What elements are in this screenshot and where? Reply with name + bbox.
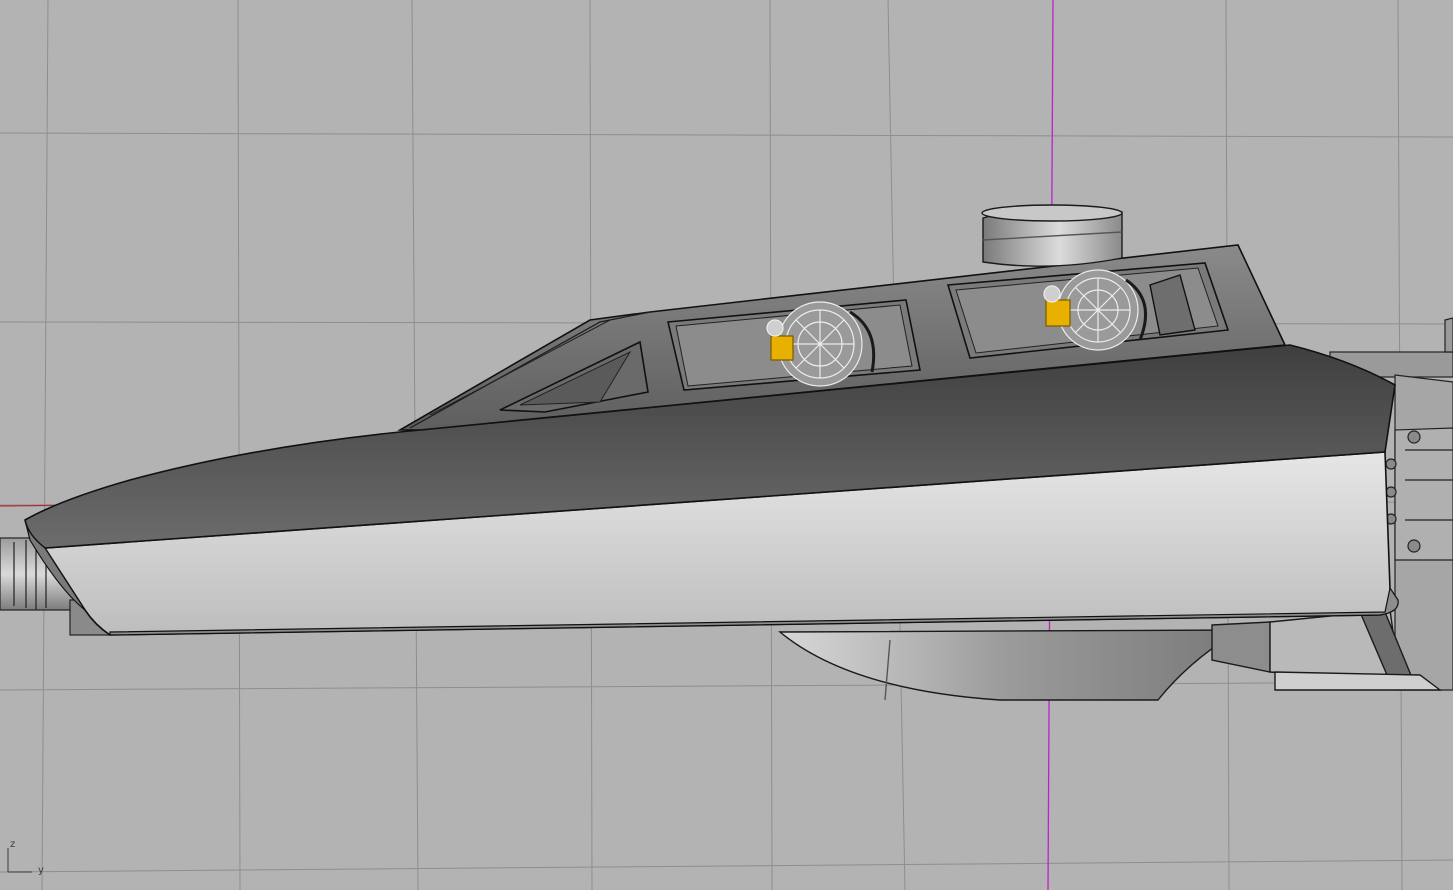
perspective-viewport[interactable]: z y <box>0 0 1453 890</box>
viewport-canvas[interactable] <box>0 0 1453 890</box>
axis-widget-y-label: y <box>38 865 44 876</box>
top-turret <box>981 204 1123 267</box>
axis-widget-z-label: z <box>10 839 16 850</box>
axis-widget <box>7 848 32 873</box>
